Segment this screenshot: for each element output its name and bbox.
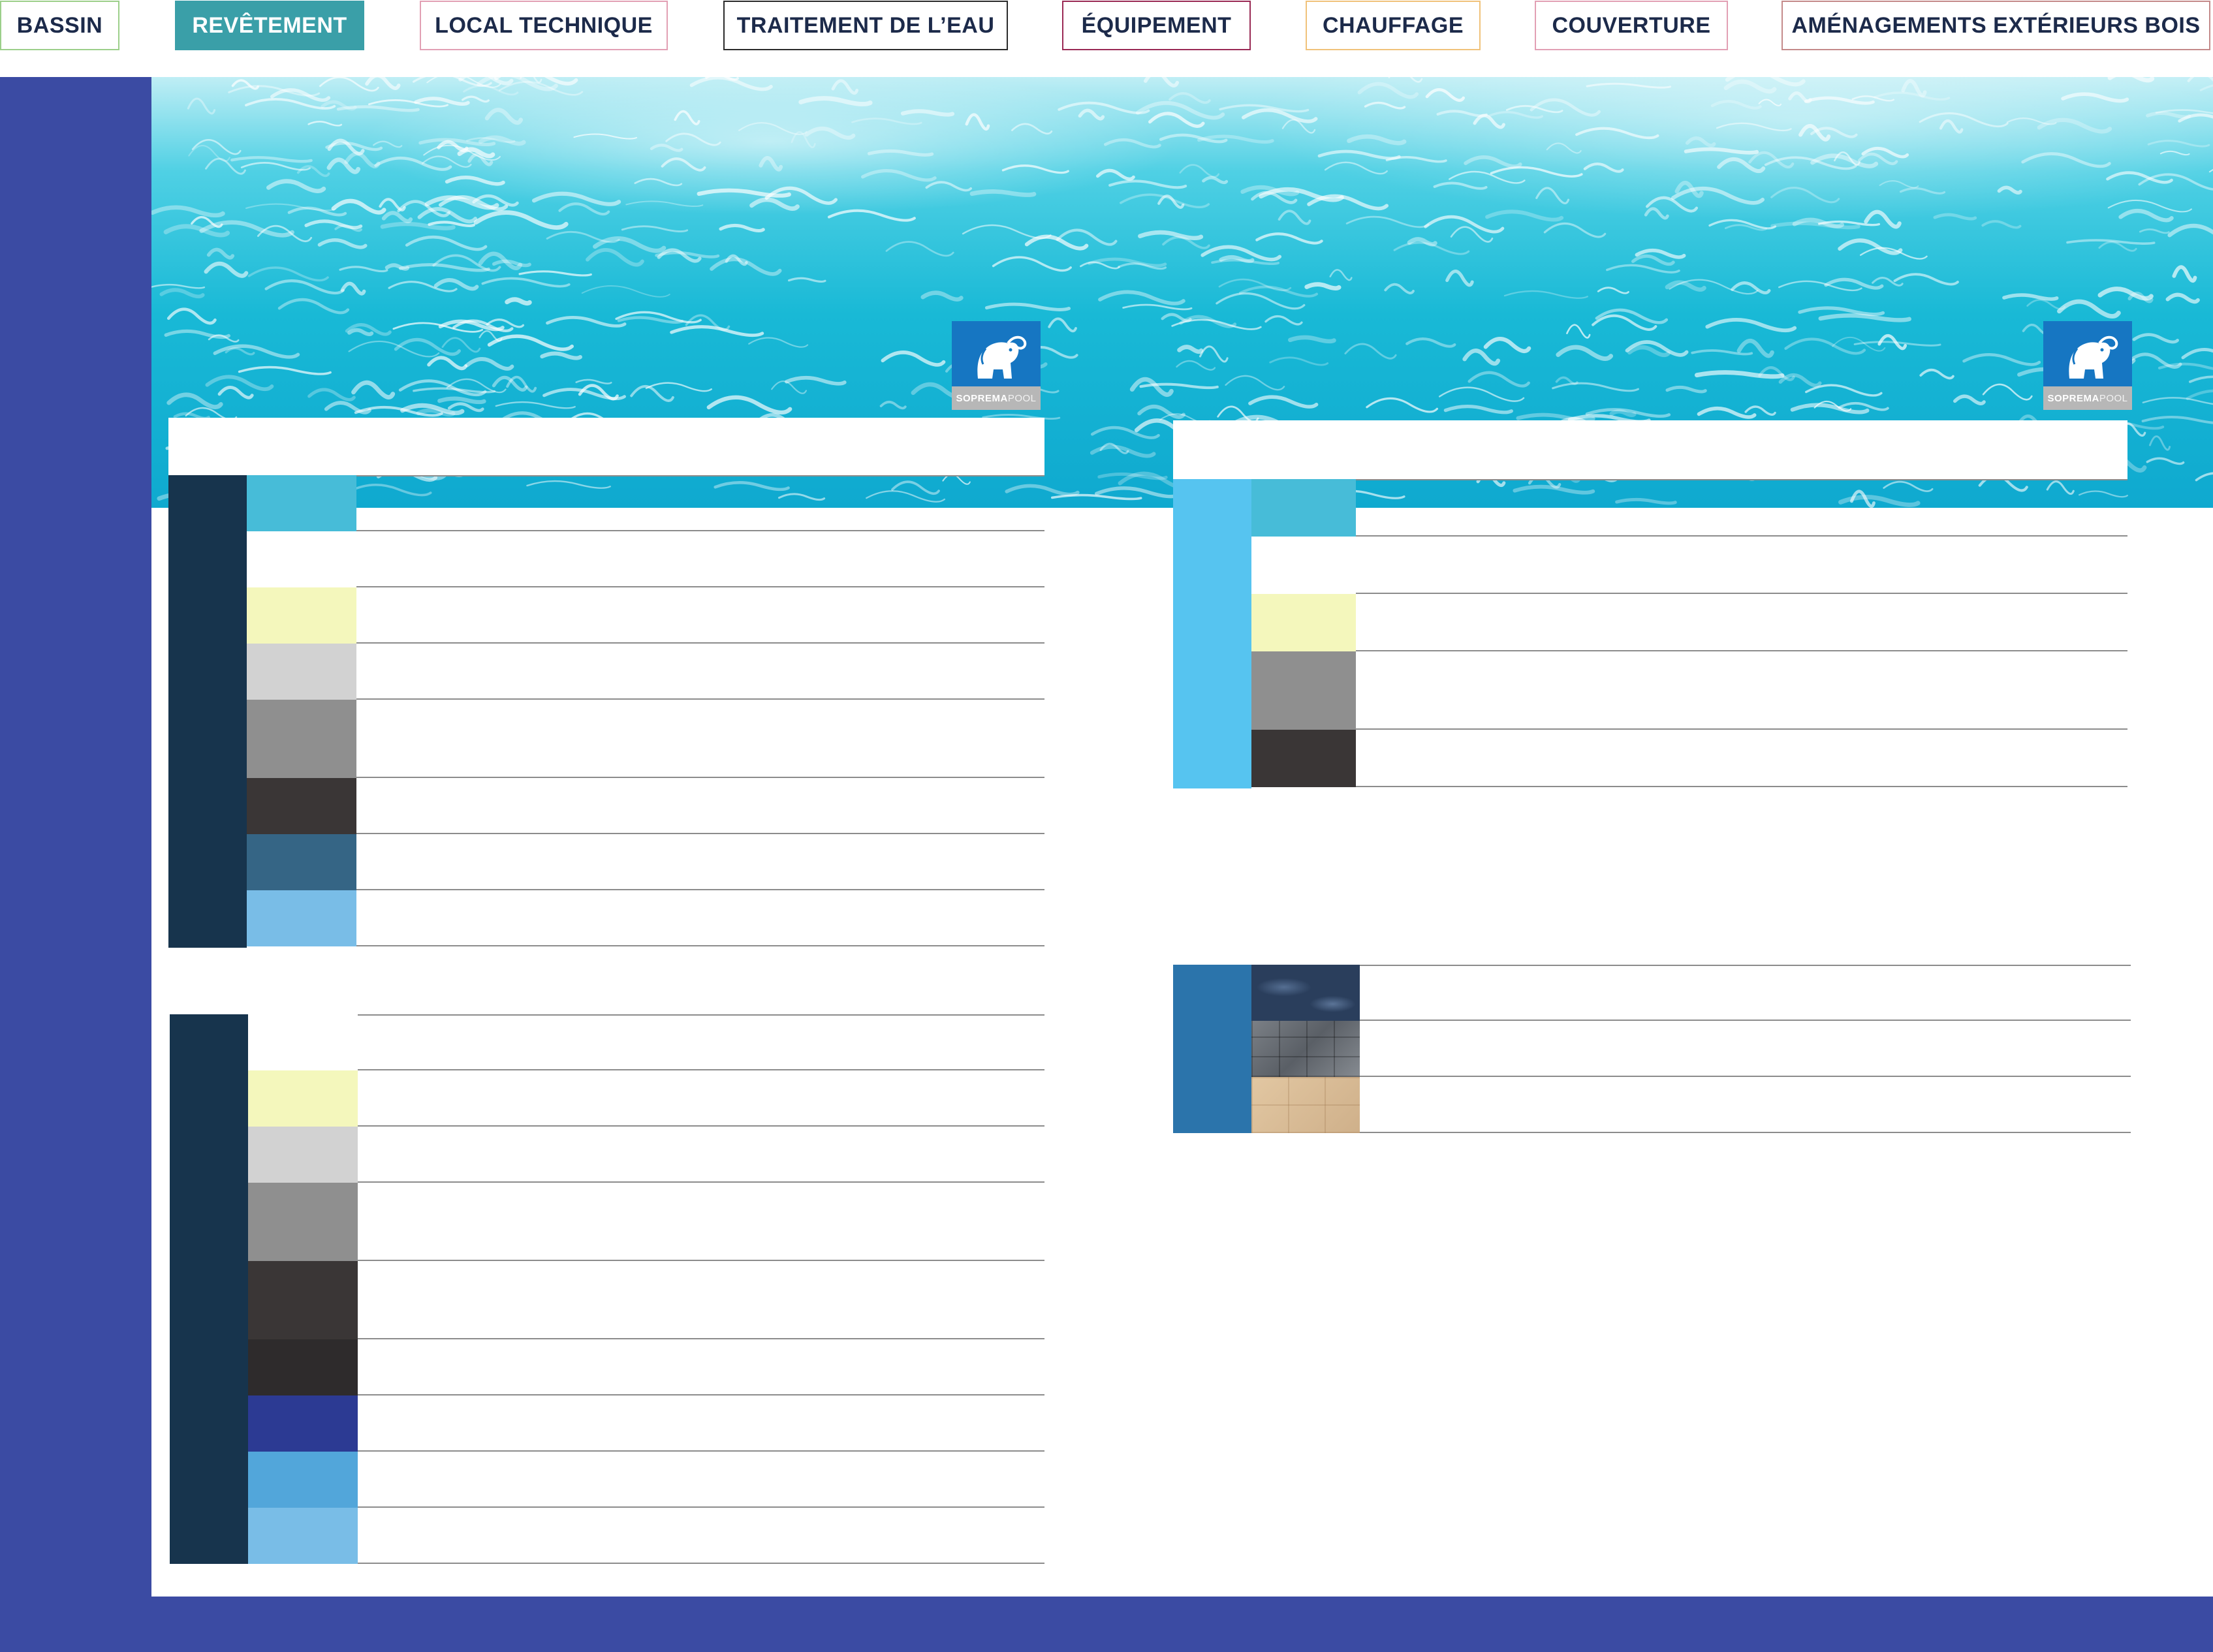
- row-divider: [1360, 965, 2131, 966]
- color-swatch: [1251, 479, 1356, 537]
- logo-brand: SOPREMA: [2047, 392, 2099, 404]
- logo-suffix: POOL: [2099, 392, 2128, 404]
- row-divider: [358, 1014, 1044, 1016]
- color-swatch: [248, 1395, 358, 1452]
- content-area: SOPREMA POOL SOPREMA POOL: [151, 77, 2213, 1597]
- tab-bassin[interactable]: BASSIN: [0, 1, 119, 50]
- swatch-row: [248, 1127, 1044, 1183]
- swatch-row: [247, 475, 1044, 531]
- swatch-row: [247, 778, 1044, 834]
- swatch-row: [1251, 537, 2127, 594]
- swatch-row: [248, 1339, 1044, 1395]
- panel-side-bar: [170, 1014, 248, 1564]
- soprema-pool-logo: SOPREMA POOL: [2043, 321, 2132, 410]
- row-divider: [356, 475, 1044, 476]
- swatch-row: [1251, 730, 2127, 787]
- color-swatch: [247, 531, 356, 587]
- swatch-row: [1251, 1021, 2131, 1077]
- color-swatch: [1251, 651, 1356, 730]
- panel-side-bar: [1173, 965, 1251, 1133]
- tab-couverture[interactable]: COUVERTURE: [1535, 1, 1728, 50]
- swatch-row: [248, 1014, 1044, 1070]
- swatch-row: [248, 1508, 1044, 1564]
- swatch-row: [1251, 651, 2127, 730]
- color-swatch: [1251, 594, 1356, 651]
- color-swatch: [247, 475, 356, 531]
- texture-panel: [1173, 965, 2131, 1136]
- row-divider: [1356, 479, 2127, 480]
- color-swatch: [1251, 537, 1356, 594]
- color-swatch: [247, 587, 356, 644]
- swatch-row: [1251, 965, 2131, 1021]
- color-swatch: [248, 1261, 358, 1339]
- color-swatch: [1251, 730, 1356, 787]
- color-swatch: [247, 834, 356, 890]
- logo-suffix: POOL: [1007, 392, 1037, 404]
- panel-side-bar: [1173, 479, 1251, 788]
- color-swatch: [248, 1127, 358, 1183]
- swatch-panel-top-right: [1173, 420, 2127, 788]
- row-divider: [1360, 1132, 2131, 1133]
- swatch-row: [248, 1395, 1044, 1452]
- bottom-frame-band: [151, 1597, 2213, 1652]
- swatch-row: [247, 531, 1044, 587]
- swatch-row: [248, 1261, 1044, 1339]
- top-navigation: BASSIN REVÊTEMENT LOCAL TECHNIQUE TRAITE…: [0, 0, 2213, 77]
- color-swatch: [247, 644, 356, 700]
- soprema-pool-logo: SOPREMA POOL: [952, 321, 1041, 410]
- logo-wordmark: SOPREMA POOL: [2043, 386, 2132, 410]
- color-swatch: [248, 1183, 358, 1261]
- tab-revetement[interactable]: REVÊTEMENT: [175, 1, 364, 50]
- swatch-row: [247, 834, 1044, 890]
- swatch-row: [248, 1183, 1044, 1261]
- swatch-row: [247, 890, 1044, 946]
- swatch-row: [247, 644, 1044, 700]
- color-swatch: [247, 778, 356, 834]
- panel-header: [168, 418, 1044, 475]
- tab-amenagements-exterieurs-bois[interactable]: AMÉNAGEMENTS EXTÉRIEURS BOIS: [1781, 1, 2210, 50]
- logo-brand: SOPREMA: [956, 392, 1008, 404]
- swatch-row: [248, 1070, 1044, 1127]
- swatch-row: [1251, 479, 2127, 537]
- elephant-icon: [977, 335, 1027, 379]
- panel-header: [1173, 420, 2127, 479]
- stone-tiles-texture-swatch: [1251, 1021, 1360, 1077]
- swatch-panel-bottom-left: [170, 1003, 1044, 1597]
- color-swatch: [248, 1508, 358, 1564]
- swatch-row: [1251, 594, 2127, 651]
- sand-tiles-texture-swatch: [1251, 1077, 1360, 1133]
- elephant-icon: [2069, 335, 2118, 379]
- swatch-row: [248, 1452, 1044, 1508]
- swatch-row: [247, 700, 1044, 778]
- swatch-row: [1251, 1077, 2131, 1133]
- tab-local-technique[interactable]: LOCAL TECHNIQUE: [420, 1, 668, 50]
- logo-wordmark: SOPREMA POOL: [952, 386, 1041, 410]
- color-swatch: [248, 1014, 358, 1070]
- color-swatch: [247, 700, 356, 778]
- tab-chauffage[interactable]: CHAUFFAGE: [1306, 1, 1481, 50]
- row-divider: [1356, 786, 2127, 787]
- marble-texture-swatch: [1251, 965, 1360, 1021]
- color-swatch: [247, 890, 356, 946]
- tab-traitement-de-leau[interactable]: TRAITEMENT DE L’EAU: [723, 1, 1008, 50]
- color-swatch: [248, 1452, 358, 1508]
- left-frame-band: [0, 77, 151, 1652]
- tab-equipement[interactable]: ÉQUIPEMENT: [1062, 1, 1251, 50]
- row-divider: [358, 1563, 1044, 1564]
- row-divider: [356, 945, 1044, 946]
- swatch-panel-top-left: [168, 418, 1044, 1026]
- color-swatch: [248, 1070, 358, 1127]
- swatch-row: [247, 587, 1044, 644]
- color-swatch: [248, 1339, 358, 1395]
- panel-side-bar: [168, 475, 247, 948]
